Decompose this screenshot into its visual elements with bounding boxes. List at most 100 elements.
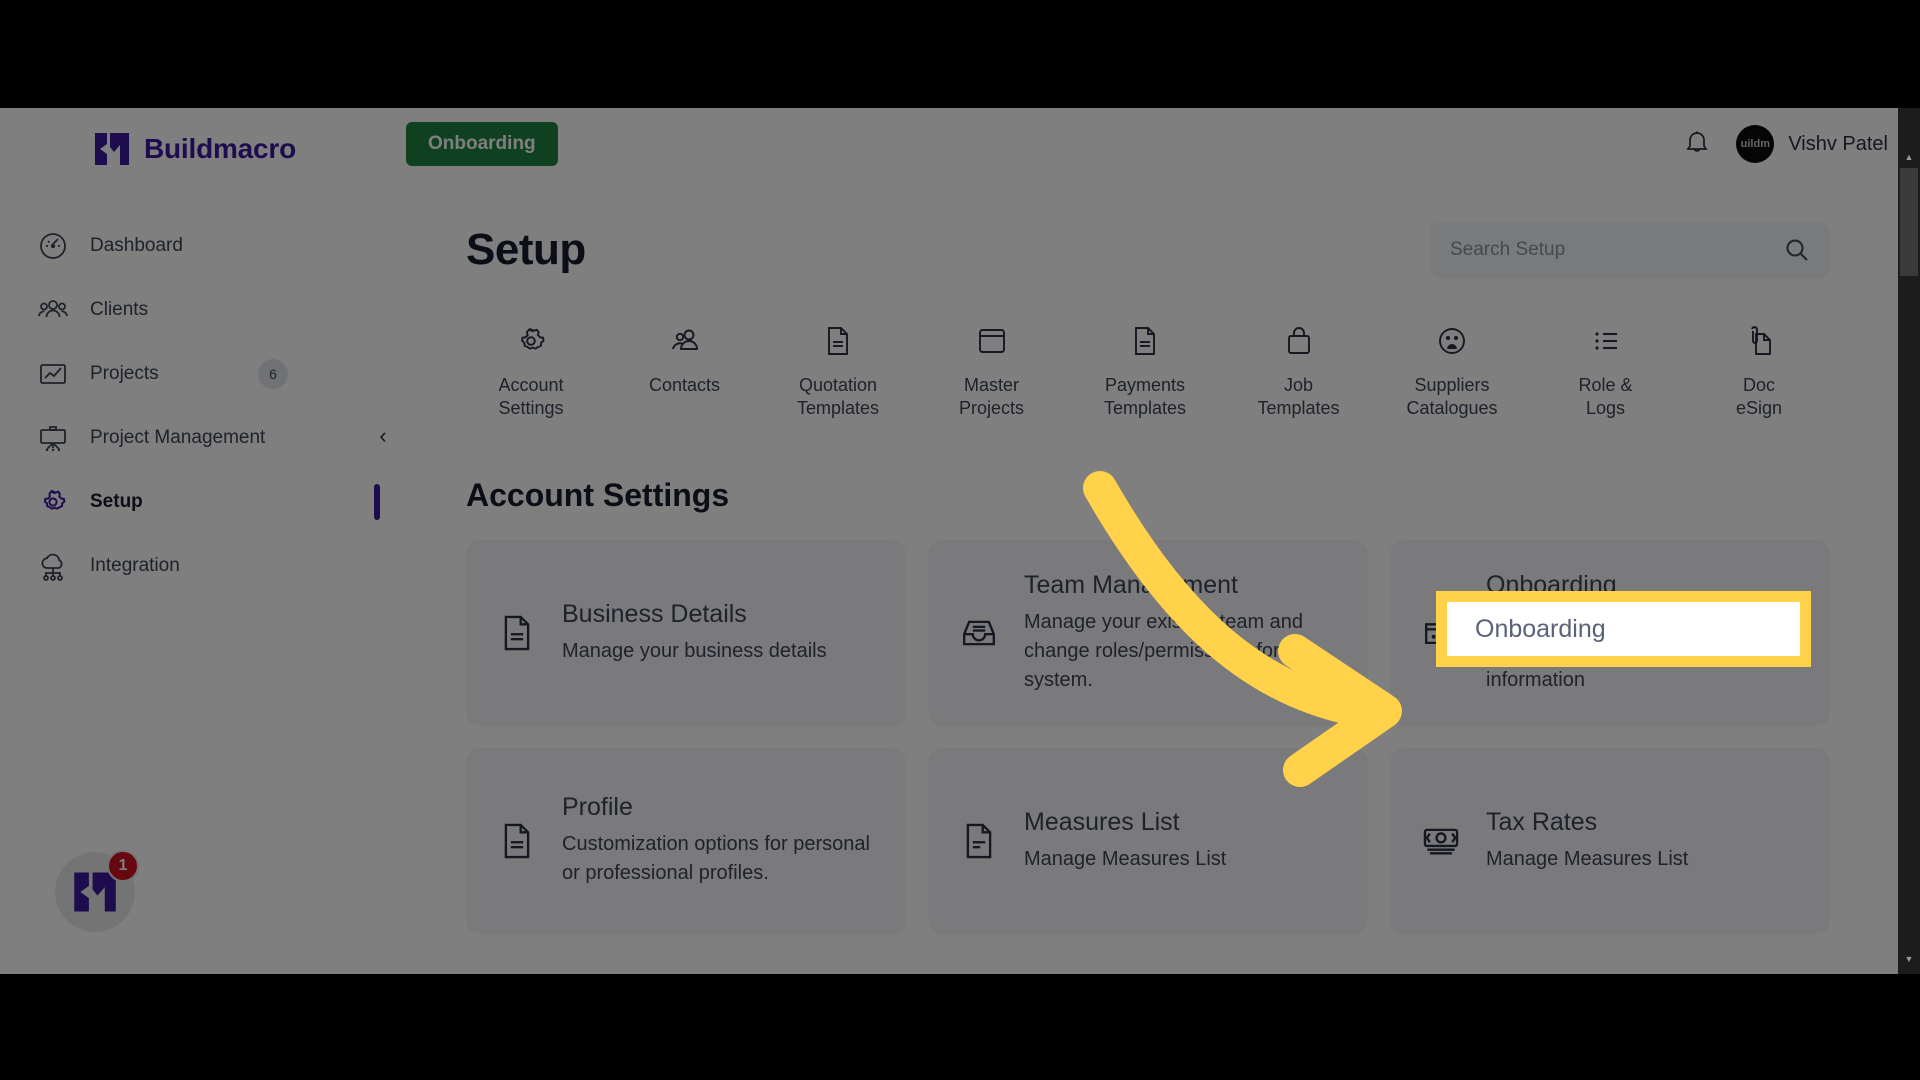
sidebar-item-dashboard[interactable]: Dashboard: [0, 214, 380, 278]
document-icon: [1128, 322, 1162, 360]
page-header: Setup: [466, 222, 1830, 278]
sidebar-item-project-management[interactable]: Project Management: [0, 406, 380, 470]
document-icon: [504, 823, 530, 859]
search-input[interactable]: [1450, 239, 1784, 261]
category-label: Suppliers Catalogues: [1406, 375, 1498, 419]
page-title: Setup: [466, 225, 586, 274]
card-title: Measures List: [1024, 807, 1180, 836]
doc-sign-icon: [1742, 322, 1776, 360]
category-contacts[interactable]: Contacts: [620, 322, 750, 421]
card-profile[interactable]: Profile Customization options for person…: [466, 747, 906, 934]
category-job-templates[interactable]: Job Templates: [1234, 322, 1364, 421]
card-body: Profile Customization options for person…: [562, 793, 872, 888]
gear-icon: [514, 322, 548, 360]
speedometer-icon: [40, 233, 66, 259]
category-label: Master Projects: [958, 375, 1025, 419]
notification-count-badge: 1: [107, 850, 139, 882]
inbox-icon: [963, 620, 995, 646]
card-description: Manage your existing team and change rol…: [1024, 610, 1317, 691]
avatar: uildm: [1736, 125, 1775, 163]
caret-up-icon[interactable]: ▲: [1898, 146, 1920, 168]
category-account-settings[interactable]: Account Settings: [466, 322, 596, 421]
supplier-icon: [1435, 322, 1469, 360]
card-description: Manage Measures List: [1486, 847, 1689, 870]
scrollbar-thumb[interactable]: [1900, 168, 1918, 276]
app-window: Buildmacro Dashboard Clients Projects 6 …: [0, 108, 1920, 974]
search-icon[interactable]: [1784, 237, 1810, 263]
setup-category-strip: Account Settings Contacts Quotation Temp…: [466, 322, 1830, 421]
card-team-management[interactable]: Team Management Manage your existing tea…: [928, 539, 1368, 726]
brand-name: Buildmacro: [144, 133, 297, 164]
scrollbar-track[interactable]: ▲ ▼: [1898, 108, 1920, 974]
money-icon: [1423, 828, 1459, 855]
sidebar-item-integration[interactable]: Integration: [0, 534, 380, 598]
card-description: Customization options for personal or pr…: [562, 833, 870, 885]
caret-down-icon[interactable]: ▼: [1898, 948, 1920, 970]
sidebar-item-projects[interactable]: Projects 6: [0, 342, 380, 406]
floating-logo-button[interactable]: 1: [55, 850, 139, 932]
onboarding-badge-button[interactable]: Onboarding: [406, 122, 558, 166]
search-setup-field[interactable]: [1430, 222, 1830, 278]
topbar-right-group: uildm Vishv Patel: [1684, 125, 1888, 163]
category-label: Role & Logs: [1578, 375, 1633, 419]
sidebar-item-label: Project Management: [90, 427, 266, 448]
sidebar-collapse-button[interactable]: ‹: [366, 396, 400, 476]
card-title: Business Details: [562, 599, 747, 628]
category-quotation-templates[interactable]: Quotation Templates: [773, 322, 903, 421]
sidebar: Buildmacro Dashboard Clients Projects 6 …: [0, 108, 380, 974]
card-title: Team Management: [1024, 570, 1239, 599]
category-role-and-logs[interactable]: Role & Logs: [1541, 322, 1671, 421]
sidebar-item-label: Dashboard: [90, 235, 183, 256]
sidebar-item-label: Projects: [90, 363, 159, 384]
easel-icon: [40, 426, 66, 452]
onboarding-highlight-box: Onboarding: [1436, 591, 1811, 667]
brand-logo: Buildmacro: [0, 108, 380, 166]
card-measures-list[interactable]: Measures List Manage Measures List: [928, 747, 1368, 934]
sidebar-item-label: Clients: [90, 299, 149, 320]
active-indicator: [374, 484, 380, 520]
sidebar-item-label: Setup: [90, 491, 143, 512]
contacts-icon: [668, 322, 702, 360]
category-payments-templates[interactable]: Payments Templates: [1080, 322, 1210, 421]
gear-icon: [43, 489, 66, 510]
sidebar-nav: Dashboard Clients Projects 6 Project Man…: [0, 214, 380, 598]
category-doc-esign[interactable]: Doc eSign: [1694, 322, 1824, 421]
card-body: Measures List Manage Measures List: [1024, 808, 1226, 874]
sidebar-item-clients[interactable]: Clients: [0, 278, 380, 342]
buildmacro-logo-icon: [95, 133, 129, 165]
category-label: Quotation Templates: [796, 375, 880, 419]
card-title: Profile: [562, 793, 633, 822]
card-tax-rates[interactable]: Tax Rates Manage Measures List: [1390, 747, 1830, 934]
card-description: Manage Measures List: [1024, 847, 1227, 870]
card-body: Tax Rates Manage Measures List: [1486, 808, 1688, 874]
cloud-nodes-icon: [41, 553, 63, 581]
chart-box-icon: [40, 364, 66, 384]
bag-icon: [1282, 322, 1316, 360]
screen: Buildmacro Dashboard Clients Projects 6 …: [0, 0, 1920, 1080]
card-body: Business Details Manage your business de…: [562, 600, 827, 666]
card-title: Tax Rates: [1486, 807, 1598, 836]
sidebar-item-setup[interactable]: Setup: [0, 470, 380, 534]
category-label: Contacts: [648, 375, 721, 395]
card-business-details[interactable]: Business Details Manage your business de…: [466, 539, 906, 726]
buildmacro-logo-icon: [74, 872, 116, 912]
document-icon: [504, 615, 530, 651]
category-master-projects[interactable]: Master Projects: [927, 322, 1057, 421]
category-label: Payments Templates: [1103, 375, 1187, 419]
card-body: Team Management Manage your existing tea…: [1024, 571, 1334, 695]
user-name: Vishv Patel: [1788, 132, 1888, 155]
user-menu[interactable]: uildm Vishv Patel: [1736, 125, 1888, 163]
section-title: Account Settings: [466, 476, 730, 513]
bell-icon[interactable]: [1684, 129, 1710, 159]
projects-count-badge: 6: [258, 359, 288, 389]
card-description: Manage your business details: [562, 639, 827, 662]
top-bar: Onboarding uildm Vishv Patel: [380, 108, 1920, 180]
window-icon: [975, 322, 1009, 360]
document-icon: [966, 823, 992, 859]
category-label: Doc eSign: [1735, 375, 1783, 419]
highlight-label: Onboarding: [1475, 614, 1606, 643]
chevron-left-icon: ‹: [379, 423, 387, 448]
main-content: Setup Account S: [380, 180, 1902, 974]
document-icon: [821, 322, 855, 360]
category-suppliers-catalogues[interactable]: Suppliers Catalogues: [1387, 322, 1517, 421]
